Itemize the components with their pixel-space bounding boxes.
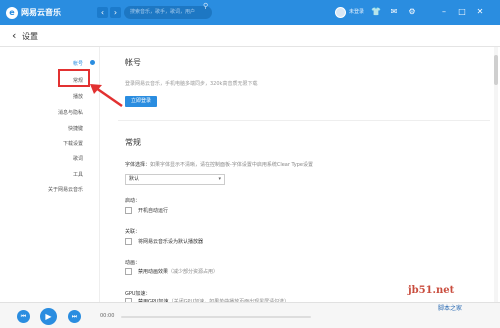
back-nav-button[interactable]: ‹: [97, 7, 108, 18]
current-time: 00:00: [100, 313, 115, 319]
sidebar-item-shortcuts[interactable]: 快捷键: [68, 125, 83, 132]
title-bar: e 网易云音乐 ‹ › 搜索音乐，歌手，歌词，用户 ⚲ 未登录 👕 ✉ ⚙ – …: [0, 0, 500, 25]
font-setting-label: 字体选择：如果字体显示不清晰，请在控制面板-字体设置中启用系统Clear Typ…: [125, 161, 313, 168]
association-option[interactable]: 将网易云音乐设为默认播放器: [125, 238, 203, 245]
next-track-icon[interactable]: ⏭: [68, 310, 81, 323]
font-select-value: 默认: [129, 176, 140, 182]
avatar[interactable]: [335, 7, 346, 18]
search-icon[interactable]: ⚲: [203, 2, 208, 10]
netease-logo-icon: e: [6, 6, 18, 19]
sidebar-item-tools[interactable]: 工具: [73, 171, 83, 178]
page-title: 设置: [22, 32, 38, 41]
sidebar-item-privacy[interactable]: 消息与隐私: [58, 109, 83, 116]
active-indicator-dot: [90, 60, 95, 65]
maximize-icon[interactable]: □: [456, 6, 468, 18]
section-title-general: 常规: [125, 138, 141, 147]
chevron-down-icon: ▾: [218, 176, 221, 182]
animation-label: 动画：: [125, 260, 141, 266]
settings-icon[interactable]: ⚙: [406, 6, 418, 18]
startup-option-label: 开机自动运行: [138, 208, 169, 214]
startup-label: 启动：: [125, 198, 141, 204]
app-name: 网易云音乐: [21, 8, 61, 17]
close-icon[interactable]: ✕: [474, 6, 486, 18]
animation-hint: （减少部分资源占用）: [168, 269, 219, 275]
mail-icon[interactable]: ✉: [388, 6, 400, 18]
animation-option-label: 禁用动画效果: [138, 269, 169, 275]
association-option-label: 将网易云音乐设为默认播放器: [138, 239, 204, 245]
font-hint: 如果字体显示不清晰，请在控制面板-字体设置中启用系统Clear Type设置: [150, 162, 313, 168]
animation-checkbox[interactable]: [125, 268, 132, 275]
minimize-icon[interactable]: –: [438, 6, 450, 18]
sidebar-item-download[interactable]: 下载设置: [63, 140, 83, 147]
highlight-box: [58, 69, 90, 87]
startup-option[interactable]: 开机自动运行: [125, 207, 168, 214]
section-title-account: 帐号: [125, 58, 141, 67]
username-label[interactable]: 未登录: [349, 8, 364, 15]
progress-bar[interactable]: [121, 316, 311, 318]
play-icon[interactable]: ▶: [40, 308, 57, 325]
annotation-arrow-icon: [90, 84, 123, 108]
divider: [118, 120, 490, 121]
watermark-site-name: 脚本之家: [438, 305, 463, 312]
sidebar-item-playback[interactable]: 播放: [73, 93, 83, 100]
sidebar-item-account[interactable]: 帐号: [73, 60, 83, 67]
back-button[interactable]: ‹: [12, 29, 16, 42]
search-input[interactable]: 搜索音乐，歌手，歌词，用户: [124, 6, 212, 19]
page-header: ‹ 设置: [0, 25, 500, 47]
app-logo[interactable]: e 网易云音乐: [6, 6, 61, 19]
sidebar-item-lyrics[interactable]: 歌词: [73, 155, 83, 162]
login-button[interactable]: 立即登录: [125, 96, 157, 107]
watermark-domain: jb51.net: [408, 285, 455, 296]
scrollbar[interactable]: [494, 47, 498, 302]
forward-nav-button[interactable]: ›: [110, 7, 121, 18]
association-label: 关联：: [125, 229, 141, 235]
font-select[interactable]: 默认 ▾: [125, 174, 225, 185]
player-bar: ⏮ ▶ ⏭ 00:00: [0, 302, 500, 328]
scrollbar-thumb[interactable]: [494, 55, 498, 85]
gpu-label: GPU加速：: [125, 291, 151, 297]
sidebar-item-about[interactable]: 关于网易云音乐: [48, 186, 83, 193]
association-checkbox[interactable]: [125, 238, 132, 245]
skin-icon[interactable]: 👕: [370, 6, 382, 18]
startup-checkbox[interactable]: [125, 207, 132, 214]
font-label: 字体选择：: [125, 162, 151, 168]
animation-option[interactable]: 禁用动画效果 （减少部分资源占用）: [125, 268, 218, 275]
account-description: 登录网易云音乐，手机电脑多端同步，320k高音质无限下载: [125, 81, 258, 87]
previous-track-icon[interactable]: ⏮: [17, 310, 30, 323]
